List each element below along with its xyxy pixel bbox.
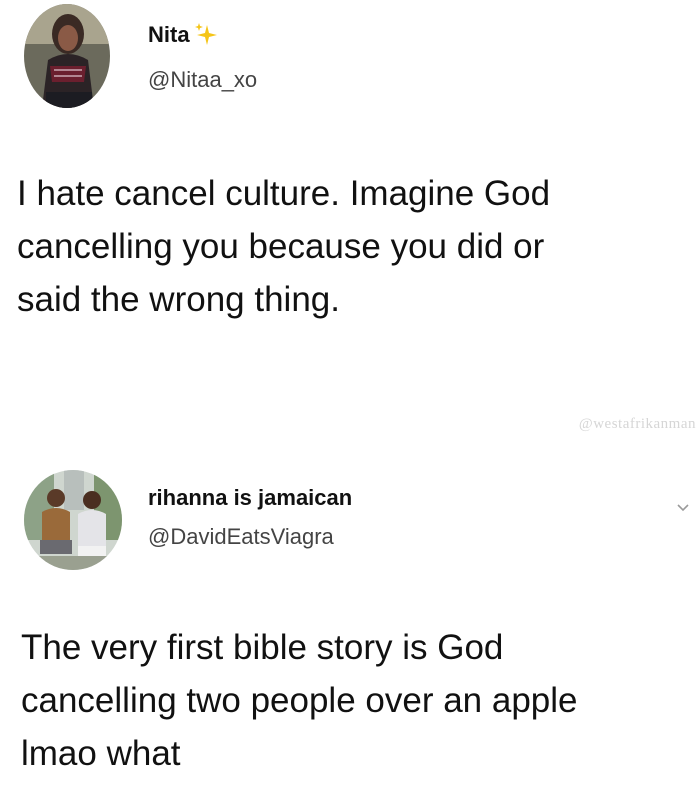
display-name[interactable]: Nita (148, 22, 218, 54)
tweet-text-line: lmao what (21, 734, 181, 773)
tweet-text-line: cancelling you because you did or (17, 227, 545, 266)
chevron-down-icon[interactable] (676, 500, 690, 518)
tweet-card: Nita @Nitaa_xo I hate cancel culture. Im… (0, 0, 700, 420)
tweet-text-line: The very first bible story is God (21, 628, 504, 667)
display-name-text: Nita (148, 22, 190, 47)
sparkles-icon (192, 22, 218, 54)
tweet-text-line: cancelling two people over an apple (21, 681, 578, 720)
handle[interactable]: @DavidEatsViagra (148, 524, 334, 550)
avatar[interactable] (24, 470, 122, 570)
avatar-photo (24, 4, 110, 108)
avatar-photo (24, 470, 122, 570)
watermark: @westafrikanman (578, 416, 696, 432)
tweet-text-line: I hate cancel culture. Imagine God (17, 174, 551, 213)
handle[interactable]: @Nitaa_xo (148, 67, 257, 93)
avatar[interactable] (24, 4, 110, 108)
display-name[interactable]: rihanna is jamaican (148, 485, 352, 511)
tweet-text: The very first bible story is God cancel… (21, 621, 578, 780)
tweet-text: I hate cancel culture. Imagine God cance… (17, 167, 550, 326)
tweet-text-line: said the wrong thing. (17, 280, 340, 319)
